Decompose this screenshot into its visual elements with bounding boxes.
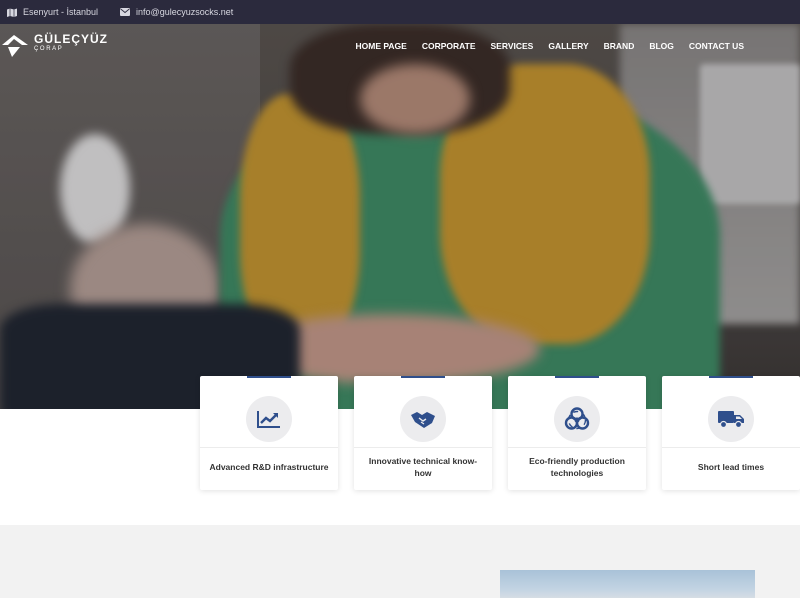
feature-label: Advanced R&D infrastructure	[209, 462, 329, 472]
nav-blog[interactable]: BLOG	[649, 41, 674, 51]
about-photo	[500, 570, 755, 598]
card-divider	[662, 447, 800, 448]
hero-image	[0, 24, 800, 409]
logo-mark-icon	[2, 35, 28, 57]
logo-name: GÜLEÇYÜZ	[34, 32, 108, 46]
truck-icon	[718, 411, 744, 429]
card-accent	[555, 376, 599, 378]
envelope-icon	[120, 8, 131, 16]
card-divider	[354, 447, 492, 448]
location-text: Esenyurt - İstanbul	[23, 7, 99, 17]
card-divider	[200, 447, 338, 448]
feature-card-eco: Eco-friendly production technologies	[508, 376, 646, 490]
card-accent	[709, 376, 753, 378]
logo-sub: ÇORAP	[34, 46, 64, 52]
feature-label: Innovative technical know-how	[368, 456, 478, 478]
icon-circle	[708, 396, 754, 442]
location-item: Esenyurt - İstanbul	[7, 7, 98, 17]
card-accent	[247, 376, 291, 378]
feature-label: Short lead times	[697, 462, 765, 472]
email-link[interactable]: info@gulecyuzsocks.net	[136, 7, 233, 17]
nav-home[interactable]: HOME PAGE	[355, 41, 406, 51]
chart-up-icon	[257, 411, 280, 428]
card-accent	[401, 376, 445, 378]
feature-card-knowhow: Innovative technical know-how	[354, 376, 492, 490]
map-icon	[7, 8, 17, 17]
card-divider	[508, 447, 646, 448]
nav-services[interactable]: SERVICES	[491, 41, 534, 51]
about-section	[0, 525, 800, 598]
icon-circle	[246, 396, 292, 442]
nav-brand[interactable]: BRAND	[604, 41, 635, 51]
feature-card-rnd: Advanced R&D infrastructure	[200, 376, 338, 490]
feature-label: Eco-friendly production technologies	[529, 456, 625, 478]
nav-gallery[interactable]: GALLERY	[548, 41, 588, 51]
icon-circle	[400, 396, 446, 442]
icon-circle	[554, 396, 600, 442]
nav-contact[interactable]: CONTACT US	[689, 41, 744, 51]
nav-corporate[interactable]: CORPORATE	[422, 41, 476, 51]
top-info-bar: Esenyurt - İstanbul info@gulecyuzsocks.n…	[0, 0, 800, 24]
logo[interactable]: GÜLEÇYÜZ ÇORAP	[0, 33, 108, 59]
handshake-icon	[411, 412, 435, 428]
email-item[interactable]: info@gulecyuzsocks.net	[120, 7, 233, 17]
biohazard-icon	[564, 407, 590, 430]
main-nav: HOME PAGE CORPORATE SERVICES GALLERY BRA…	[355, 41, 744, 51]
feature-card-leadtime: Short lead times	[662, 376, 800, 490]
